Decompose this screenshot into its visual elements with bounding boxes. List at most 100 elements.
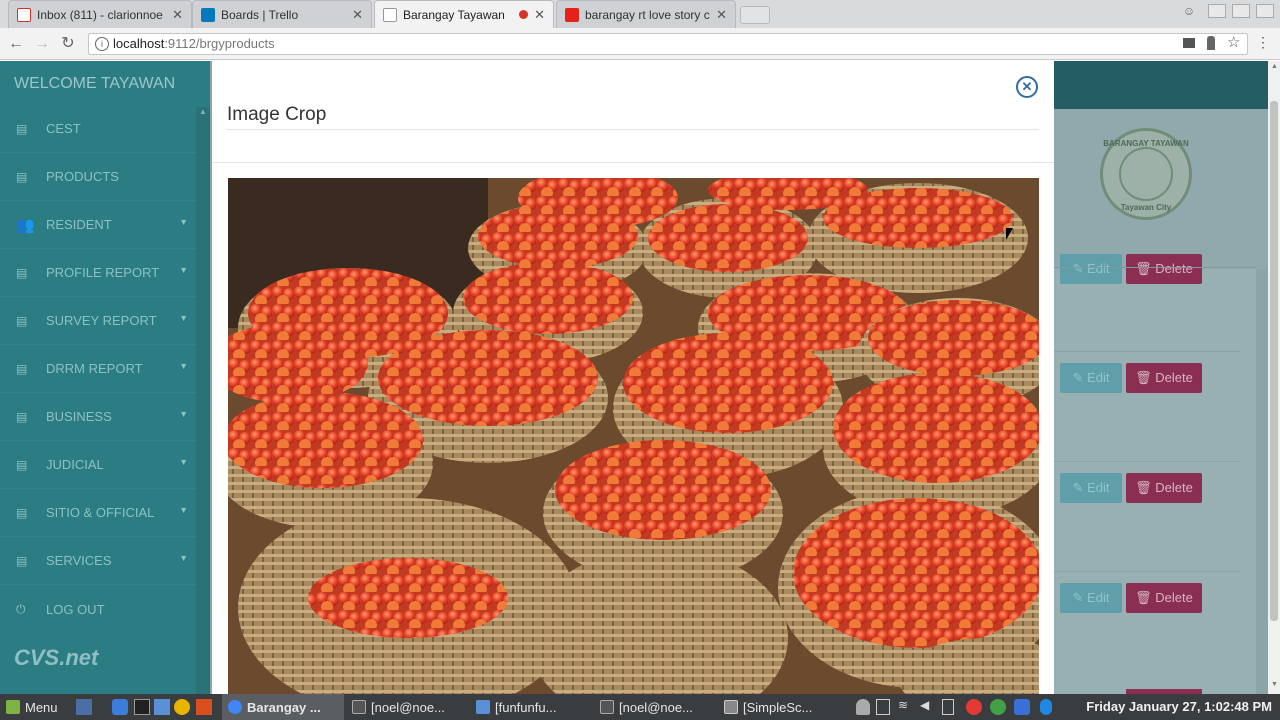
sidebar-item-label: RESIDENT [46, 217, 112, 232]
edit-button[interactable]: ✎ Edit [1060, 254, 1122, 284]
star-icon[interactable]: ☆ [1227, 33, 1240, 53]
modal-divider [227, 129, 1039, 130]
record-icon[interactable] [966, 699, 982, 715]
sidebar-item-business[interactable]: ▤ BUSINESS ▼ [0, 393, 196, 441]
minimize-icon[interactable] [1208, 4, 1226, 18]
tab-trello[interactable]: Boards | Trello ✕ [192, 0, 372, 28]
delete-button[interactable]: 🗑 Delete [1126, 363, 1202, 393]
back-icon[interactable]: ← [6, 34, 26, 54]
tab-label: Boards | Trello [221, 7, 299, 22]
caret-down-icon: ▼ [179, 409, 188, 419]
tab-barangay-tayawan[interactable]: Barangay Tayawan ✕ [374, 0, 554, 28]
page-scrollbar[interactable]: ▲ ▼ [1268, 61, 1280, 694]
close-icon[interactable]: ✕ [716, 7, 727, 23]
user-icon[interactable]: ☺ [1180, 4, 1198, 22]
clipboard-icon[interactable] [876, 699, 890, 715]
sidebar-item-services[interactable]: ▤ SERVICES ▼ [0, 537, 196, 585]
list-icon: ▤ [16, 553, 28, 568]
taskbar-window-simplescreenrecorder[interactable]: [SimpleSc... [718, 694, 842, 720]
address-bar[interactable]: i localhost:9112/brgyproducts ☆ [88, 33, 1248, 55]
sublime-launcher-icon[interactable] [196, 699, 212, 715]
info-icon[interactable]: i [95, 37, 109, 51]
list-icon: ▤ [16, 121, 28, 136]
delete-label: Delete [1155, 261, 1193, 276]
sidebar-item-profile-report[interactable]: ▤ PROFILE REPORT ▼ [0, 249, 196, 297]
edit-icon: ✎ [1072, 480, 1088, 495]
sidebar-item-log-out[interactable]: ⏻ LOG OUT [0, 585, 196, 633]
user-icon[interactable] [856, 699, 870, 715]
taskbar-window-terminal[interactable]: [noel@noe... [346, 694, 468, 720]
taskbar-window-terminal[interactable]: [noel@noe... [594, 694, 716, 720]
new-tab-button[interactable] [740, 6, 770, 24]
taskbar-window-label: [noel@noe... [371, 699, 445, 715]
shield-icon[interactable] [1014, 699, 1030, 715]
checkmark-icon[interactable] [990, 699, 1006, 715]
gmail-icon [17, 7, 31, 22]
caret-down-icon: ▼ [179, 265, 188, 275]
seal-emblem [1119, 147, 1173, 201]
close-icon[interactable]: ✕ [534, 7, 545, 23]
maximize-icon[interactable] [1232, 4, 1250, 18]
chrome-launcher-icon[interactable] [174, 699, 190, 715]
crop-image[interactable] [228, 178, 1039, 694]
sidebar-item-survey-report[interactable]: ▤ SURVEY REPORT ▼ [0, 297, 196, 345]
trash-icon: 🗑 [1135, 261, 1156, 276]
sidebar-item-sitio-official[interactable]: ▤ SITIO & OFFICIAL ▼ [0, 489, 196, 537]
sidebar: WELCOME TAYAWAN ▤ CEST ▤ PRODUCTS 👥 RESIDEN… [0, 61, 210, 694]
bluetooth-icon[interactable] [1040, 699, 1052, 715]
sidebar-scrollbar[interactable]: ▲ [196, 107, 210, 694]
delete-button[interactable]: 🗑 Delete [1126, 473, 1202, 503]
terminal-launcher-icon[interactable] [134, 699, 150, 715]
power-icon: ⏻ [16, 601, 26, 616]
window-close-icon[interactable] [1256, 4, 1274, 18]
scroll-up-icon[interactable]: ▲ [1271, 63, 1278, 70]
delete-label: Delete [1155, 590, 1193, 605]
sidebar-item-products[interactable]: ▤ PRODUCTS [0, 153, 196, 201]
files-launcher-icon[interactable] [154, 699, 170, 715]
close-circle-icon[interactable]: ✕ [1016, 76, 1038, 98]
browser-launcher-icon[interactable] [112, 699, 128, 715]
tab-youtube[interactable]: barangay rt love story c ✕ [556, 0, 736, 28]
terminal-icon [352, 700, 366, 714]
close-icon[interactable]: ✕ [172, 7, 183, 23]
menu-icon[interactable]: ⋮ [1256, 34, 1270, 54]
sidebar-item-resident[interactable]: 👥 RESIDENT ▼ [0, 201, 196, 249]
taskbar-window-files[interactable]: [funfunfu... [470, 694, 592, 720]
forward-icon[interactable]: → [32, 34, 52, 54]
folder-icon [476, 700, 490, 714]
scroll-up-icon[interactable]: ▲ [199, 107, 207, 117]
volume-icon[interactable]: ◀ [920, 698, 936, 714]
scrollbar-thumb[interactable] [1270, 101, 1278, 621]
wifi-icon[interactable]: ≋ [898, 698, 914, 714]
delete-button[interactable]: 🗑 Delete [1126, 254, 1202, 284]
reload-icon[interactable]: ↻ [58, 34, 78, 54]
edit-button[interactable]: ✎ Edit [1060, 473, 1122, 503]
youtube-icon [565, 7, 579, 22]
list-icon: ▤ [16, 265, 28, 280]
camera-icon[interactable] [1183, 38, 1195, 48]
list-icon: ▤ [16, 169, 28, 184]
tab-gmail[interactable]: Inbox (811) - clarionnoe ✕ [8, 0, 192, 28]
battery-icon[interactable] [942, 699, 954, 715]
taskbar-window-label: [funfunfu... [495, 699, 557, 715]
close-icon[interactable]: ✕ [352, 7, 363, 23]
caret-down-icon: ▼ [179, 457, 188, 467]
list-icon: ▤ [16, 409, 28, 424]
sidebar-item-judicial[interactable]: ▤ JUDICIAL ▼ [0, 441, 196, 489]
tab-label: barangay rt love story c [585, 7, 710, 22]
delete-button[interactable]: 🗑 Delete [1126, 583, 1202, 613]
caret-down-icon: ▼ [179, 361, 188, 371]
edit-button[interactable]: ✎ Edit [1060, 583, 1122, 613]
start-menu-button[interactable]: Menu [0, 694, 64, 720]
edit-button[interactable]: ✎ Edit [1060, 363, 1122, 393]
scroll-down-icon[interactable]: ▼ [1271, 681, 1278, 688]
menu-icon [6, 700, 20, 714]
show-desktop-icon[interactable] [76, 699, 92, 715]
sidebar-item-cest[interactable]: ▤ CEST [0, 105, 196, 153]
location-icon[interactable] [1207, 36, 1215, 50]
sidebar-item-drrm-report[interactable]: ▤ DRRM REPORT ▼ [0, 345, 196, 393]
row-divider [1054, 461, 1240, 462]
taskbar-window-barangay[interactable]: Barangay ... [222, 694, 344, 720]
taskbar-clock[interactable]: Friday January 27, 1:02:48 PM [1086, 694, 1272, 720]
sidebar-item-label: LOG OUT [46, 601, 105, 617]
